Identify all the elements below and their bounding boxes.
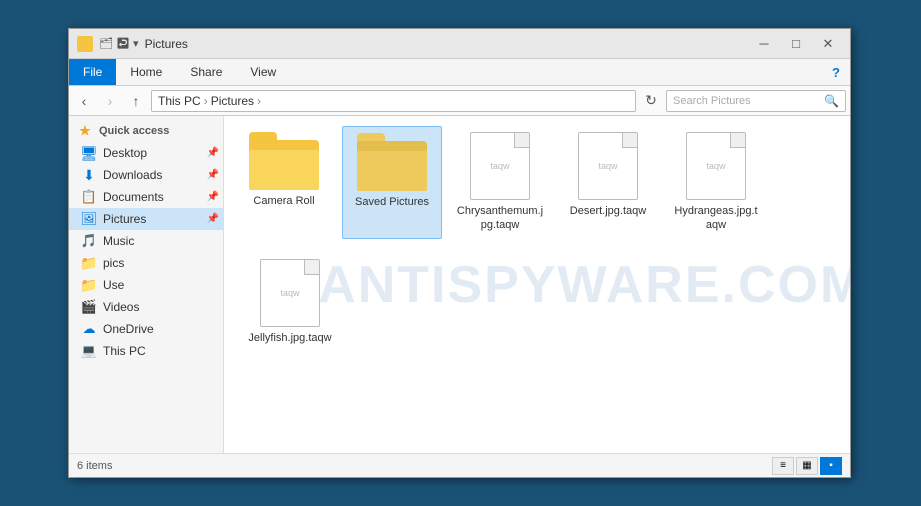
path-chevron-2: › [257, 94, 261, 108]
details-view-button[interactable]: ≡ [772, 457, 794, 475]
quick-access-label: Quick access [99, 125, 169, 137]
tab-file[interactable]: File [69, 59, 116, 85]
quick-access-toolbar: 🗂 ↩ ▾ [99, 37, 139, 50]
file-name-chrysanthemum: Chrysanthemum.jpg.taqw [456, 204, 544, 233]
pictures-icon: 🖼 [81, 211, 97, 227]
file-name-jellyfish: Jellyfish.jpg.taqw [248, 331, 331, 345]
onedrive-icon: ☁ [81, 321, 97, 337]
documents-label: Documents [103, 190, 164, 204]
file-icon-hydrangeas: taqw [686, 132, 746, 200]
main-content: ★ Quick access 🖥 Desktop 📌 ⬇ Downloads 📌… [69, 116, 850, 453]
list-item[interactable]: taqw Desert.jpg.taqw [558, 126, 658, 239]
window-controls: ─ □ ✕ [750, 34, 842, 54]
view-buttons: ≡ ▦ ▪ [772, 457, 842, 475]
file-area: ANTISPYWARE.COM Camera Roll [224, 116, 850, 453]
files-grid: Camera Roll Saved Pictures taqw [234, 126, 840, 357]
this-pc-label: This PC [103, 344, 146, 358]
ribbon: File Home Share View ? [69, 59, 850, 86]
list-view-button[interactable]: ▦ [796, 457, 818, 475]
path-thispc: This PC [158, 94, 201, 108]
address-bar: ‹ › ↑ This PC › Pictures › ↻ 🔍 [69, 86, 850, 116]
sidebar-item-pictures[interactable]: 🖼 Pictures 📌 [69, 208, 223, 230]
sidebar-item-this-pc[interactable]: 💻 This PC [69, 340, 223, 362]
list-item-row2: taqw Jellyfish.jpg.taqw [234, 247, 346, 357]
sidebar-item-use[interactable]: 📁 Use [69, 274, 223, 296]
refresh-button[interactable]: ↻ [640, 90, 662, 112]
help-button[interactable]: ? [826, 59, 846, 85]
documents-icon: 📋 [81, 189, 97, 205]
sidebar-item-onedrive[interactable]: ☁ OneDrive [69, 318, 223, 340]
path-pictures: Pictures [211, 94, 254, 108]
sidebar-item-pics[interactable]: 📁 pics [69, 252, 223, 274]
path-chevron-1: › [204, 94, 208, 108]
videos-icon: 🎬 [81, 299, 97, 315]
music-icon: 🎵 [81, 233, 97, 249]
sidebar-item-documents[interactable]: 📋 Documents 📌 [69, 186, 223, 208]
use-label: Use [103, 278, 124, 292]
close-icon: ✕ [823, 37, 834, 50]
file-name-camera-roll: Camera Roll [253, 194, 314, 208]
explorer-window: 🗂 ↩ ▾ Pictures ─ □ ✕ File Home Share Vie… [68, 28, 851, 478]
search-box[interactable]: 🔍 [666, 90, 846, 112]
sidebar-item-music[interactable]: 🎵 Music [69, 230, 223, 252]
list-item[interactable]: Saved Pictures [342, 126, 442, 239]
window-title: Pictures [145, 37, 750, 51]
up-button[interactable]: ↑ [125, 90, 147, 112]
address-path[interactable]: This PC › Pictures › [151, 90, 636, 112]
sidebar-item-downloads[interactable]: ⬇ Downloads 📌 [69, 164, 223, 186]
status-count: 6 items [77, 460, 112, 472]
file-name-hydrangeas: Hydrangeas.jpg.taqw [672, 204, 760, 233]
folder-icon-camera-roll [249, 132, 319, 190]
star-icon: ★ [77, 123, 93, 139]
pin-icon-desktop: 📌 [207, 148, 219, 159]
downloads-label: Downloads [103, 168, 162, 182]
forward-button[interactable]: › [99, 90, 121, 112]
sidebar: ★ Quick access 🖥 Desktop 📌 ⬇ Downloads 📌… [69, 116, 224, 453]
file-icon-jellyfish: taqw [260, 259, 320, 327]
desktop-icon: 🖥 [81, 145, 97, 161]
sidebar-item-quick-access: ★ Quick access [69, 120, 223, 142]
this-pc-icon: 💻 [81, 343, 97, 359]
videos-label: Videos [103, 300, 139, 314]
folder-yellow-icon-use: 📁 [81, 277, 97, 293]
list-item[interactable]: taqw Hydrangeas.jpg.taqw [666, 126, 766, 239]
file-name-desert: Desert.jpg.taqw [570, 204, 646, 218]
title-bar: 🗂 ↩ ▾ Pictures ─ □ ✕ [69, 29, 850, 59]
desktop-label: Desktop [103, 146, 147, 160]
folder-icon-saved-pictures [357, 133, 427, 191]
close-button[interactable]: ✕ [814, 34, 842, 54]
pictures-label: Pictures [103, 212, 146, 226]
maximize-icon: □ [792, 37, 800, 50]
file-icon-desert: taqw [578, 132, 638, 200]
pin-icon-documents: 📌 [207, 192, 219, 203]
ribbon-tabs: File Home Share View ? [69, 59, 850, 85]
onedrive-label: OneDrive [103, 322, 154, 336]
search-icon: 🔍 [824, 94, 839, 108]
file-icon-chrysanthemum: taqw [470, 132, 530, 200]
back-button[interactable]: ‹ [73, 90, 95, 112]
maximize-button[interactable]: □ [782, 34, 810, 54]
minimize-button[interactable]: ─ [750, 34, 778, 54]
file-name-saved-pictures: Saved Pictures [355, 195, 429, 209]
pics-label: pics [103, 256, 124, 270]
minimize-icon: ─ [759, 37, 768, 50]
status-bar: 6 items ≡ ▦ ▪ [69, 453, 850, 477]
list-item[interactable]: Camera Roll [234, 126, 334, 239]
folder-yellow-icon-pics: 📁 [81, 255, 97, 271]
tab-view[interactable]: View [236, 59, 290, 85]
window-icon [77, 36, 93, 52]
pin-icon-downloads: 📌 [207, 170, 219, 181]
sidebar-item-desktop[interactable]: 🖥 Desktop 📌 [69, 142, 223, 164]
sidebar-item-videos[interactable]: 🎬 Videos [69, 296, 223, 318]
tab-home[interactable]: Home [116, 59, 176, 85]
tab-share[interactable]: Share [176, 59, 236, 85]
list-item[interactable]: taqw Chrysanthemum.jpg.taqw [450, 126, 550, 239]
music-label: Music [103, 234, 134, 248]
pin-icon-pictures: 📌 [207, 214, 219, 225]
tiles-view-button[interactable]: ▪ [820, 457, 842, 475]
list-item[interactable]: taqw Jellyfish.jpg.taqw [240, 253, 340, 351]
downloads-icon: ⬇ [81, 167, 97, 183]
search-input[interactable] [673, 95, 824, 107]
